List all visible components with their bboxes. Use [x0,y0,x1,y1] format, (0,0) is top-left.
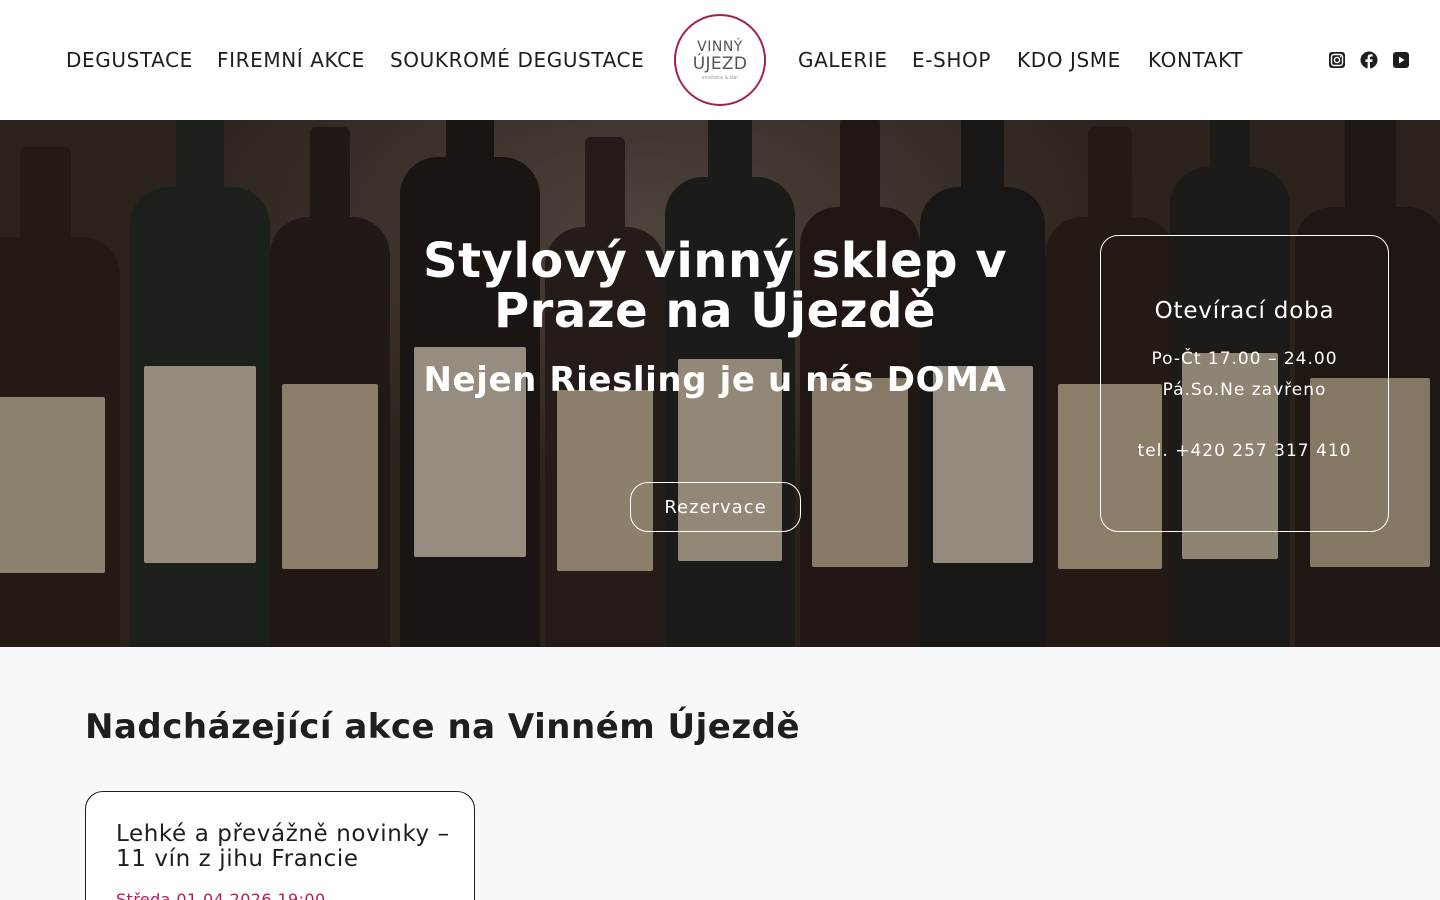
nav-degustace[interactable]: DEGUSTACE [66,47,193,73]
nav-firemni-akce[interactable]: FIREMNÍ AKCE [217,47,365,73]
nav-eshop[interactable]: E-SHOP [912,47,991,73]
opening-hours-title: Otevírací doba [1154,298,1335,324]
nav-kdo-jsme[interactable]: KDO JSME [1017,47,1121,73]
opening-hours-box: Otevírací doba Po-Čt 17.00 – 24.00 Pá.So… [1100,235,1389,532]
hero-title: Stylový vinný sklep v Praze na Újezdě [423,233,1007,339]
event-card[interactable]: Lehké a převážně novinky – 11 vín z jihu… [85,791,475,900]
nav-kontakt[interactable]: KONTAKT [1148,47,1243,73]
site-header: DEGUSTACE FIREMNÍ AKCE SOUKROMÉ DEGUSTAC… [0,0,1440,120]
opening-hours-weekend: Pá.So.Ne zavřeno [1162,380,1327,400]
logo-line-1: VINNÝ [697,38,743,55]
logo-line-3: vinotéka & bar [701,74,739,81]
event-date: Středa 01.04.2026 19:00 [116,890,326,900]
nav-galerie[interactable]: GALERIE [798,47,888,73]
site-logo[interactable]: VINNÝ ÚJEZD vinotéka & bar [674,14,766,106]
hero-subtitle: Nejen Riesling je u nás DOMA [423,360,1007,400]
youtube-icon[interactable] [1392,51,1410,69]
phone-number[interactable]: tel. +420 257 317 410 [1101,441,1388,461]
hero-banner: Stylový vinný sklep v Praze na Újezdě Ne… [0,120,1440,647]
nav-soukrome-degustace[interactable]: SOUKROMÉ DEGUSTACE [390,47,644,73]
instagram-icon[interactable] [1328,51,1346,69]
opening-hours-weekdays: Po-Čt 17.00 – 24.00 [1151,349,1338,369]
event-title: Lehké a převážně novinky – 11 vín z jihu… [116,821,450,872]
events-heading: Nadcházející akce na Vinném Újezdě [85,707,801,747]
reservation-button[interactable]: Rezervace [630,482,801,532]
logo-line-2: ÚJEZD [692,53,748,74]
facebook-icon[interactable] [1360,51,1378,69]
